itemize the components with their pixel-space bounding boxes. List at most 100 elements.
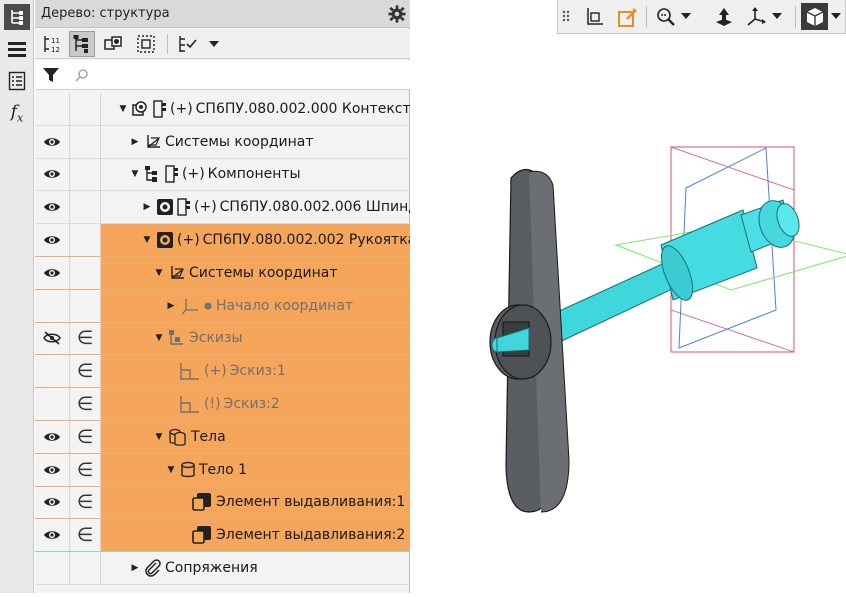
- include-cell[interactable]: ∈: [70, 322, 101, 355]
- coordinate-system-icon[interactable]: [580, 3, 607, 30]
- expand-arrow-icon[interactable]: ▶: [141, 202, 153, 212]
- search-input[interactable]: [71, 63, 406, 87]
- include-cell[interactable]: ∈: [70, 420, 101, 453]
- collapse-arrow-icon[interactable]: ▼: [141, 235, 153, 245]
- dropdown-icon[interactable]: [770, 3, 784, 30]
- checklist-icon[interactable]: [175, 31, 201, 57]
- model-3d-view[interactable]: [411, 0, 846, 593]
- visibility-cell[interactable]: [35, 191, 70, 224]
- eye-icon[interactable]: [43, 496, 61, 508]
- visibility-cell[interactable]: [35, 552, 70, 584]
- include-icon[interactable]: ∈: [77, 491, 94, 513]
- dropdown-icon[interactable]: [829, 3, 843, 30]
- dropdown-icon[interactable]: [679, 3, 693, 30]
- components-icon[interactable]: [101, 31, 127, 57]
- eye-icon[interactable]: [43, 201, 61, 213]
- eye-icon[interactable]: [43, 234, 61, 246]
- visibility-cell[interactable]: [35, 224, 70, 256]
- collapse-arrow-icon[interactable]: ▼: [153, 333, 165, 343]
- dropdown-icon[interactable]: [201, 31, 227, 57]
- menu-icon[interactable]: [4, 36, 30, 62]
- visibility-cell[interactable]: [35, 93, 70, 125]
- eye-icon[interactable]: [43, 168, 61, 180]
- expand-arrow-icon[interactable]: ▶: [129, 137, 141, 147]
- fx-icon[interactable]: fx: [4, 100, 30, 126]
- include-cell[interactable]: ∈: [70, 388, 101, 420]
- tree-row[interactable]: ∈ ▼ Тело 1: [35, 453, 410, 487]
- include-cell[interactable]: [70, 552, 101, 584]
- eye-icon[interactable]: [43, 136, 61, 148]
- collapse-arrow-icon[interactable]: ▼: [129, 169, 141, 179]
- properties-icon[interactable]: [4, 68, 30, 94]
- include-cell[interactable]: [70, 191, 101, 224]
- normal-to-icon[interactable]: [710, 3, 737, 30]
- tree-icon[interactable]: [4, 4, 30, 30]
- eye-icon[interactable]: [43, 267, 61, 279]
- include-icon[interactable]: ∈: [77, 327, 94, 349]
- visibility-cell[interactable]: [35, 158, 70, 191]
- eye-icon[interactable]: [43, 464, 61, 476]
- tree-row[interactable]: ▼ (+) СП6ПУ.080.002.002 Рукоятка: [35, 224, 410, 257]
- hidden-eye-icon[interactable]: [42, 331, 62, 346]
- include-cell[interactable]: ∈: [70, 486, 101, 519]
- axes-icon[interactable]: [742, 3, 769, 30]
- include-cell[interactable]: [70, 256, 101, 289]
- sketch-icon[interactable]: [614, 3, 641, 30]
- structure-tree-icon[interactable]: [69, 31, 95, 57]
- include-cell[interactable]: [70, 125, 101, 158]
- gear-icon[interactable]: [388, 5, 406, 23]
- expand-arrow-icon[interactable]: ▶: [165, 301, 177, 311]
- eye-icon[interactable]: [43, 529, 61, 541]
- include-cell[interactable]: [70, 289, 101, 322]
- numbered-list-icon[interactable]: 11 12: [39, 31, 65, 57]
- include-icon[interactable]: ∈: [77, 426, 94, 448]
- model-viewport[interactable]: [411, 0, 846, 593]
- filter-icon[interactable]: [39, 64, 63, 86]
- eye-icon[interactable]: [43, 431, 61, 443]
- tree-row[interactable]: ∈ (+) Эскиз:1: [35, 355, 410, 389]
- visibility-cell[interactable]: [35, 453, 70, 486]
- include-cell[interactable]: ∈: [70, 453, 101, 486]
- tree-row[interactable]: ▶ Системы координат: [35, 125, 410, 159]
- tree-row[interactable]: ▼ (+) Компоненты: [35, 158, 410, 192]
- tree-row[interactable]: ▼ Системы координат: [35, 256, 410, 290]
- part-file-icon: [177, 198, 191, 216]
- visibility-cell[interactable]: [35, 256, 70, 289]
- include-icon[interactable]: ∈: [77, 524, 94, 546]
- tree-row[interactable]: ∈ (!) Эскиз:2: [35, 388, 410, 421]
- collapse-arrow-icon[interactable]: ▼: [165, 465, 177, 475]
- visibility-cell[interactable]: [35, 355, 70, 388]
- include-cell[interactable]: ∈: [70, 355, 101, 388]
- cube-view-icon[interactable]: [801, 3, 828, 30]
- tree-row[interactable]: ∈ Элемент выдавливания:2: [35, 519, 410, 553]
- visibility-cell[interactable]: [35, 519, 70, 552]
- visibility-cell[interactable]: [35, 388, 70, 420]
- visibility-cell[interactable]: [35, 486, 70, 519]
- tree-row[interactable]: ▶ (+) СП6ПУ.080.002.006 Шпинде.: [35, 191, 410, 225]
- tree-row[interactable]: ∈ ▼ Тела: [35, 420, 410, 454]
- include-icon[interactable]: ∈: [77, 360, 94, 382]
- visibility-cell[interactable]: [35, 420, 70, 453]
- grid-handle-icon[interactable]: [560, 3, 574, 30]
- tree-row[interactable]: ▼ (+)СП6ПУ.080.002.000 Контекстная: [35, 93, 410, 126]
- include-cell[interactable]: [70, 158, 101, 191]
- collapse-arrow-icon[interactable]: ▼: [153, 432, 165, 442]
- collapse-arrow-icon[interactable]: ▼: [117, 104, 129, 114]
- visibility-cell[interactable]: [35, 289, 70, 322]
- extrusion-icon: [191, 525, 213, 545]
- include-icon[interactable]: ∈: [77, 459, 94, 481]
- collapse-arrow-icon[interactable]: ▼: [153, 268, 165, 278]
- expand-arrow-icon[interactable]: ▶: [129, 563, 141, 573]
- zoom-icon[interactable]: [652, 3, 679, 30]
- visibility-cell[interactable]: [35, 322, 70, 355]
- include-cell[interactable]: ∈: [70, 519, 101, 552]
- selection-box-icon[interactable]: [133, 31, 159, 57]
- include-cell[interactable]: [70, 93, 101, 125]
- tree-row[interactable]: ▶ Сопряжения: [35, 552, 410, 585]
- tree-row[interactable]: ∈ ▼ Эскизы: [35, 322, 410, 356]
- tree-row[interactable]: ▶ Начало координат: [35, 289, 410, 323]
- tree-row[interactable]: ∈ Элемент выдавливания:1: [35, 486, 410, 520]
- visibility-cell[interactable]: [35, 125, 70, 158]
- include-icon[interactable]: ∈: [77, 393, 94, 415]
- include-cell[interactable]: [70, 224, 101, 256]
